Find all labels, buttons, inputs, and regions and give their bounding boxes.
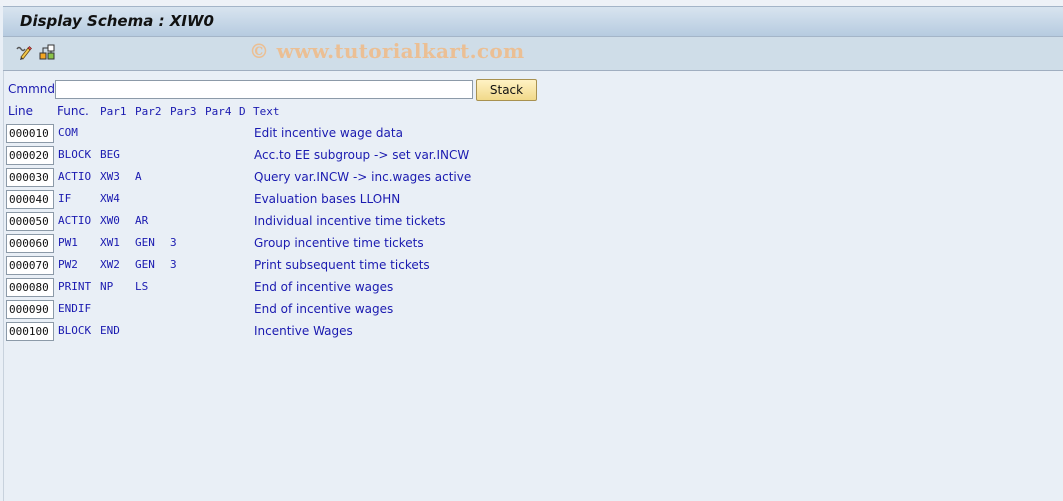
func-cell: ACTIO <box>58 214 92 227</box>
par2-cell: LS <box>135 280 149 293</box>
par1-cell: XW2 <box>100 258 120 271</box>
func-cell: ACTIO <box>58 170 92 183</box>
text-cell: Incentive Wages <box>254 324 353 338</box>
text-cell: Print subsequent time tickets <box>254 258 430 272</box>
func-cell: IF <box>58 192 72 205</box>
func-cell: BLOCK <box>58 148 92 161</box>
watermark-text: © www.tutorialkart.com <box>249 39 525 63</box>
table-row: 000010 COM Edit incentive wage data <box>0 124 700 146</box>
func-cell: ENDIF <box>58 302 92 315</box>
column-header-text: Text <box>253 105 280 118</box>
text-cell: End of incentive wages <box>254 280 394 294</box>
table-row: 000080 PRINT NP LS End of incentive wage… <box>0 278 700 300</box>
line-number-field[interactable]: 000030 <box>6 168 54 187</box>
func-cell: COM <box>58 126 78 139</box>
line-number-field[interactable]: 000080 <box>6 278 54 297</box>
par2-cell: GEN <box>135 258 155 271</box>
line-number-field[interactable]: 000020 <box>6 146 54 165</box>
display-change-icon[interactable] <box>15 43 33 61</box>
func-cell: PW2 <box>58 258 78 271</box>
par3-cell: 3 <box>170 258 177 271</box>
par1-cell: NP <box>100 280 114 293</box>
table-row: 000060 PW1 XW1 GEN 3 Group incentive tim… <box>0 234 700 256</box>
par1-cell: XW4 <box>100 192 120 205</box>
par3-cell: 3 <box>170 236 177 249</box>
par2-cell: A <box>135 170 142 183</box>
table-row: 000100 BLOCK END Incentive Wages <box>0 322 700 344</box>
column-header-func: Func. <box>57 104 89 118</box>
func-cell: BLOCK <box>58 324 92 337</box>
line-number-field[interactable]: 000050 <box>6 212 54 231</box>
column-header-d: D <box>239 105 246 118</box>
page-title: Display Schema : XIW0 <box>20 12 214 30</box>
par1-cell: END <box>100 324 120 337</box>
par1-cell: XW0 <box>100 214 120 227</box>
text-cell: Individual incentive time tickets <box>254 214 446 228</box>
text-cell: Edit incentive wage data <box>254 126 403 140</box>
text-cell: Acc.to EE subgroup -> set var.INCW <box>254 148 470 162</box>
column-header-line: Line <box>8 104 34 118</box>
func-cell: PRINT <box>58 280 92 293</box>
table-row: 000030 ACTIO XW3 A Query var.INCW -> inc… <box>0 168 700 190</box>
line-number-field[interactable]: 000040 <box>6 190 54 209</box>
text-cell: Evaluation bases LLOHN <box>254 192 401 206</box>
text-cell: End of incentive wages <box>254 302 394 316</box>
line-number-field[interactable]: 000010 <box>6 124 54 143</box>
column-header-par1: Par1 <box>100 105 127 118</box>
column-header-par2: Par2 <box>135 105 162 118</box>
application-toolbar: © www.tutorialkart.com <box>3 37 1063 71</box>
par1-cell: BEG <box>100 148 120 161</box>
line-number-field[interactable]: 000060 <box>6 234 54 253</box>
par2-cell: GEN <box>135 236 155 249</box>
table-row: 000070 PW2 XW2 GEN 3 Print subsequent ti… <box>0 256 700 278</box>
column-header-par4: Par4 <box>205 105 232 118</box>
command-label: Cmmnd <box>8 82 55 96</box>
text-cell: Group incentive time tickets <box>254 236 424 250</box>
title-bar: Display Schema : XIW0 <box>3 6 1063 37</box>
table-row: 000050 ACTIO XW0 AR Individual incentive… <box>0 212 700 234</box>
par1-cell: XW3 <box>100 170 120 183</box>
line-number-field[interactable]: 000090 <box>6 300 54 319</box>
hierarchy-icon[interactable] <box>39 43 57 61</box>
par2-cell: AR <box>135 214 149 227</box>
table-row: 000020 BLOCK BEG Acc.to EE subgroup -> s… <box>0 146 700 168</box>
stack-button[interactable]: Stack <box>476 79 537 101</box>
table-row: 000090 ENDIF End of incentive wages <box>0 300 700 322</box>
table-row: 000040 IF XW4 Evaluation bases LLOHN <box>0 190 700 212</box>
column-header-par3: Par3 <box>170 105 197 118</box>
text-cell: Query var.INCW -> inc.wages active <box>254 170 472 184</box>
command-input[interactable] <box>55 80 473 99</box>
line-number-field[interactable]: 000070 <box>6 256 54 275</box>
line-number-field[interactable]: 000100 <box>6 322 54 341</box>
func-cell: PW1 <box>58 236 78 249</box>
par1-cell: XW1 <box>100 236 120 249</box>
